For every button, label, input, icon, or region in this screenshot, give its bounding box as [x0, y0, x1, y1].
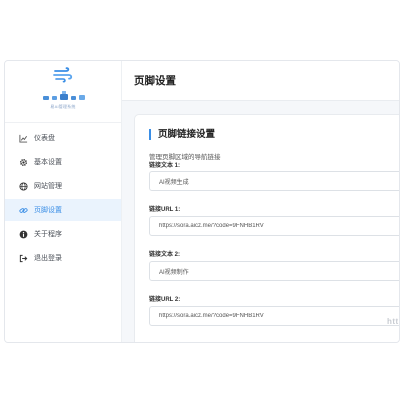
link-url-1-label: 链接URL 1: — [149, 207, 181, 213]
link-text-1-input[interactable] — [149, 171, 399, 191]
sidebar-item-label: 网站管理 — [34, 183, 62, 190]
link-url-1-input[interactable] — [149, 216, 399, 236]
sidebar: 易AI管理系统 仪表盘 基本设置 网站管理 页脚设置 关于程序 退出登录 — [5, 61, 122, 342]
sidebar-item-about[interactable]: 关于程序 — [5, 223, 121, 245]
section-title: 页脚链接设置 — [149, 129, 215, 140]
footer-links-card: 页脚链接设置 管理页脚区域的导航链接 链接文本 1: 链接URL 1: 链接文本… — [134, 114, 399, 342]
gear-icon — [19, 158, 28, 167]
sidebar-nav: 仪表盘 基本设置 网站管理 页脚设置 关于程序 退出登录 — [5, 127, 121, 271]
sidebar-item-footer-settings[interactable]: 页脚设置 — [5, 199, 121, 221]
sidebar-item-basic-settings[interactable]: 基本设置 — [5, 151, 121, 173]
link-text-1-label: 链接文本 1: — [149, 163, 181, 169]
main-content: 页脚设置 页脚链接设置 管理页脚区域的导航链接 链接文本 1: 链接URL 1:… — [122, 61, 399, 342]
sidebar-item-label: 基本设置 — [34, 159, 62, 166]
logout-icon — [19, 254, 28, 263]
sidebar-item-dashboard[interactable]: 仪表盘 — [5, 127, 121, 149]
sidebar-item-label: 页脚设置 — [34, 207, 62, 214]
topbar: 页脚设置 — [122, 61, 399, 101]
link-text-2-label: 链接文本 2: — [149, 252, 181, 258]
sidebar-item-label: 退出登录 — [34, 255, 62, 262]
chart-line-icon — [19, 134, 28, 143]
brand: 易AI管理系统 — [5, 61, 121, 123]
sidebar-item-label: 仪表盘 — [34, 135, 55, 142]
sidebar-item-site-management[interactable]: 网站管理 — [5, 175, 121, 197]
sidebar-item-label: 关于程序 — [34, 231, 62, 238]
page-title: 页脚设置 — [134, 75, 176, 87]
brand-name: 易AI管理系统 — [50, 104, 76, 109]
wind-logo-icon — [53, 67, 73, 83]
link-url-2-label: 链接URL 2: — [149, 297, 181, 303]
app-window: 易AI管理系统 仪表盘 基本设置 网站管理 页脚设置 关于程序 退出登录 页脚设… — [4, 60, 400, 343]
sidebar-item-logout[interactable]: 退出登录 — [5, 247, 121, 269]
info-icon — [19, 230, 28, 239]
globe-icon — [19, 181, 28, 191]
link-text-2-input[interactable] — [149, 261, 399, 281]
brand-illustration-icon — [43, 91, 85, 100]
link-icon — [19, 206, 28, 215]
overflow-hint: http — [387, 317, 399, 326]
link-url-2-input[interactable] — [149, 306, 399, 326]
